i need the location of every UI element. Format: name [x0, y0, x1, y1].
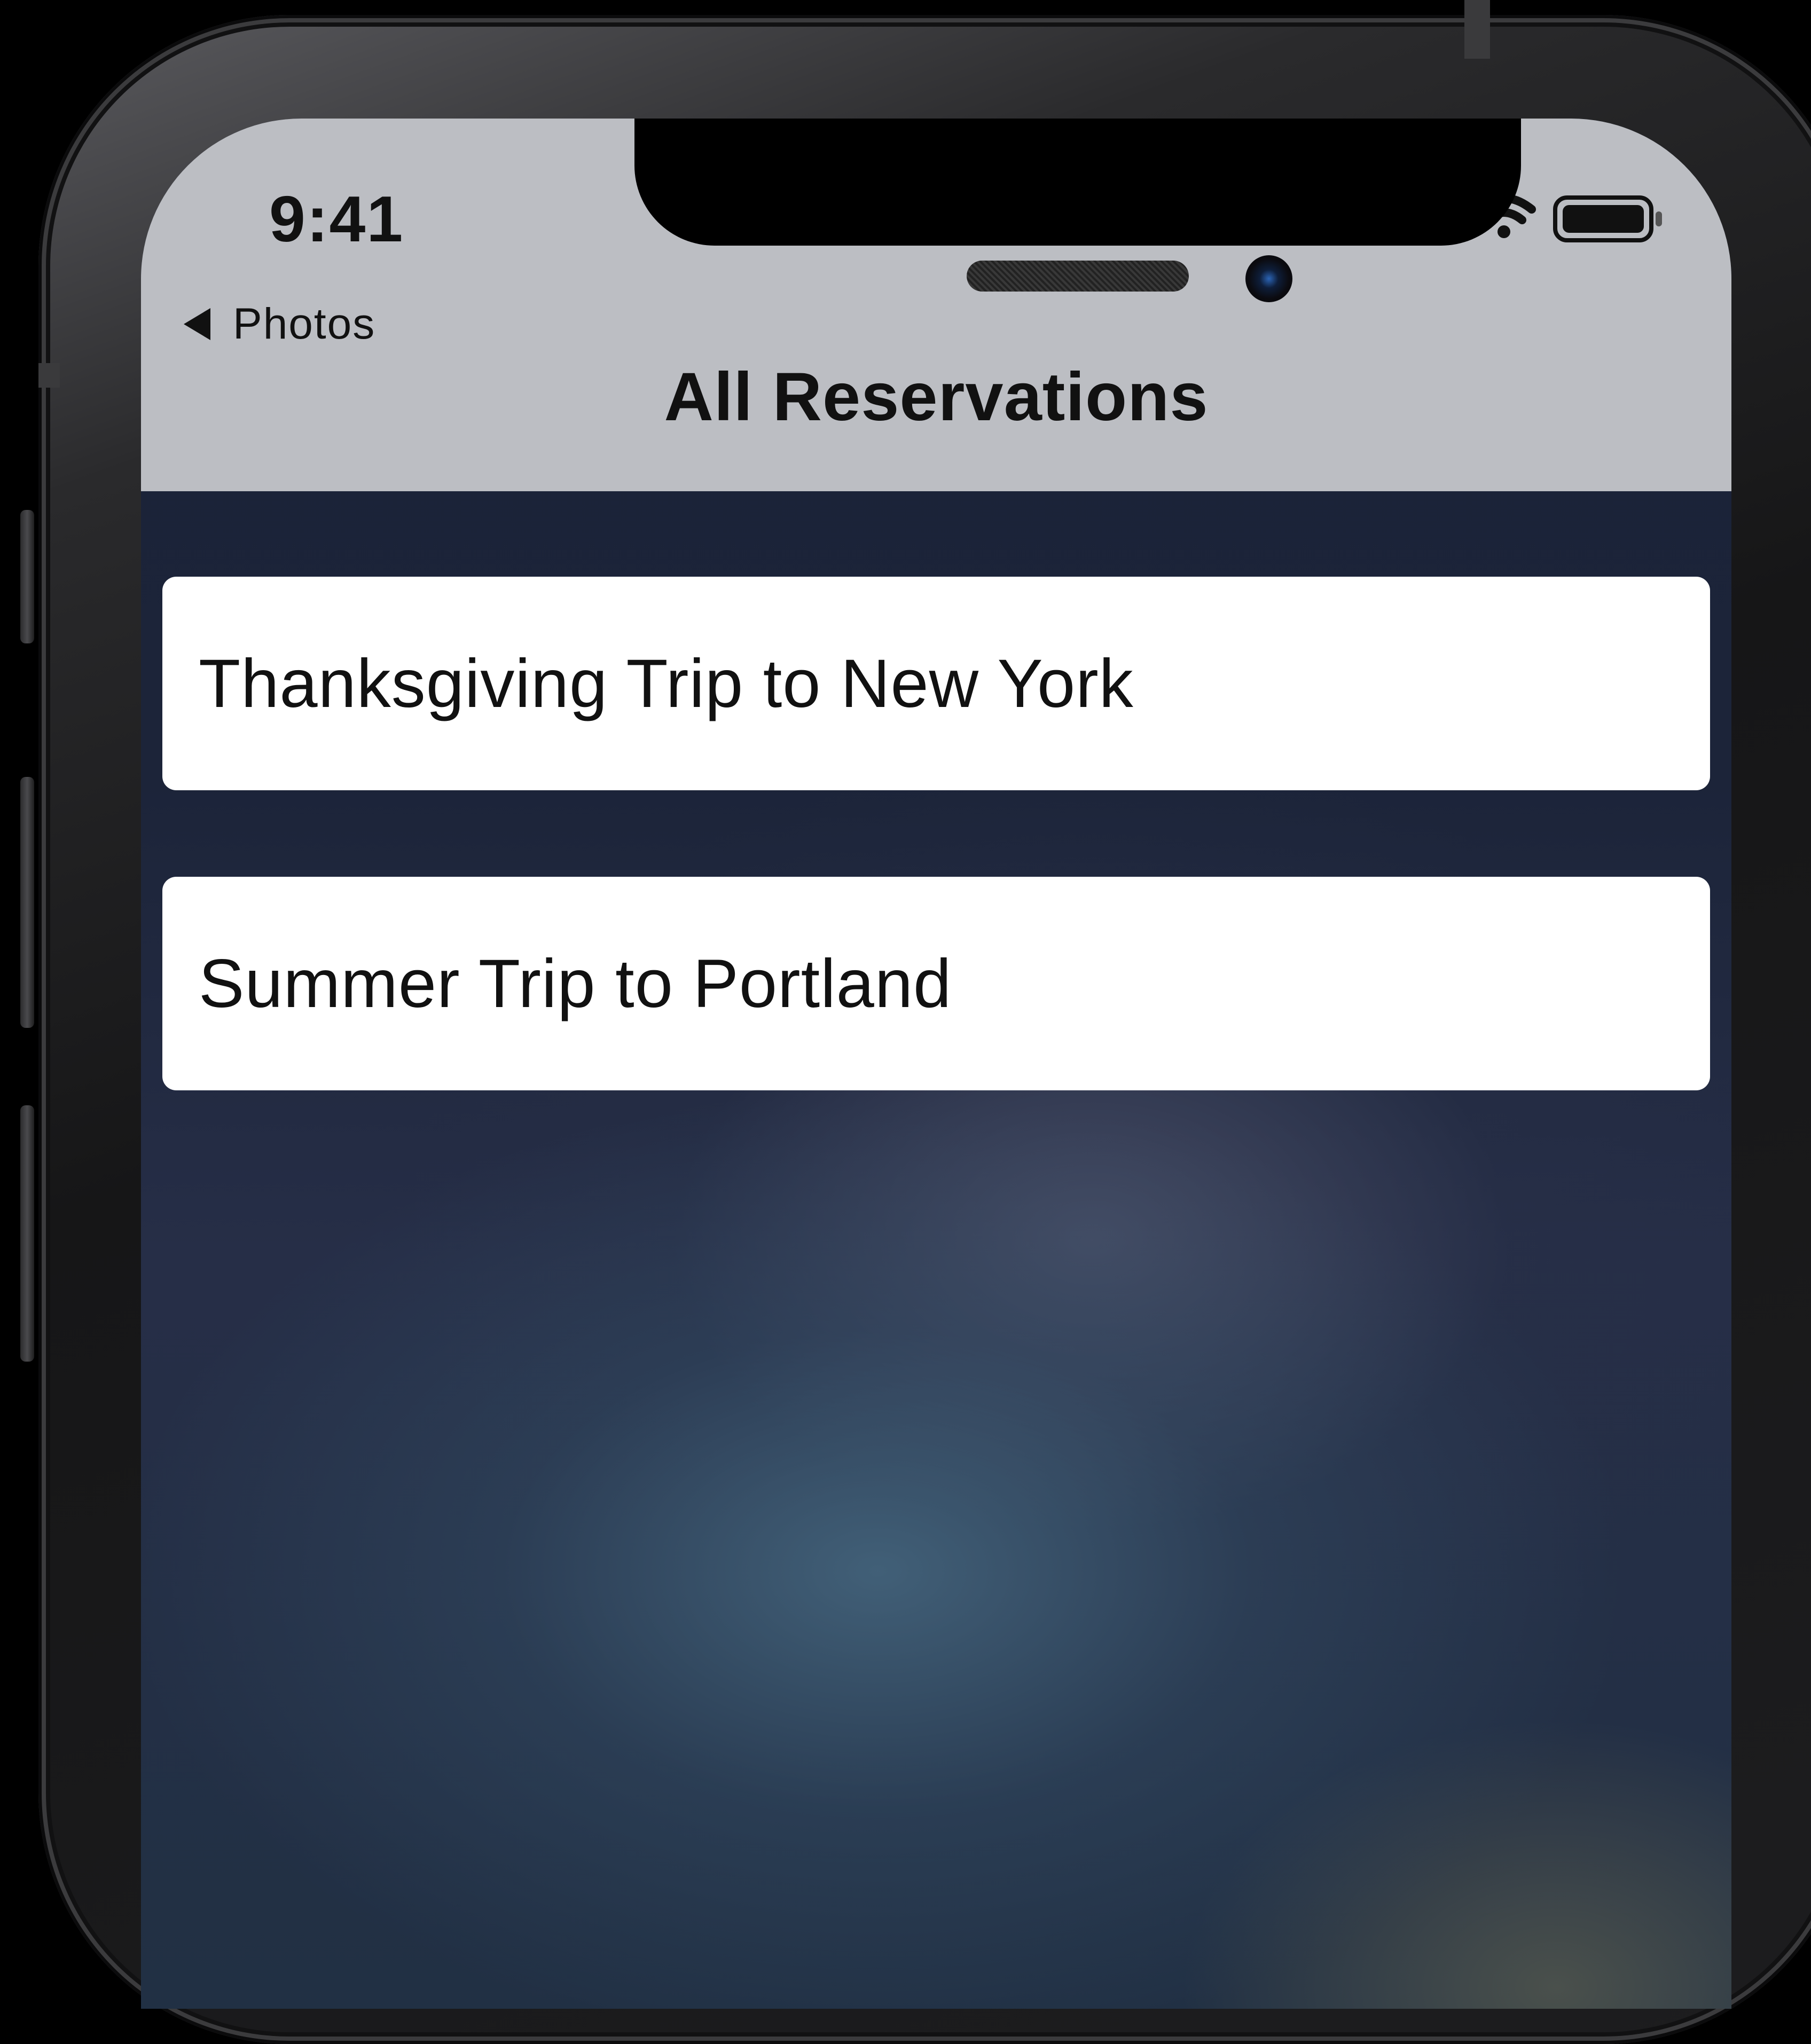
volume-down-button [20, 1105, 34, 1362]
back-button[interactable]: Photos [184, 295, 375, 353]
page-title: All Reservations [664, 359, 1209, 435]
antenna-band [38, 363, 60, 388]
phone-screen: 9:41 Photos All Reservations Thanksgivin… [141, 119, 1731, 2009]
back-button-label: Photos [233, 300, 376, 348]
reservation-cell[interactable]: Thanksgiving Trip to New York [162, 577, 1710, 790]
battery-icon [1553, 195, 1662, 242]
reservation-cell[interactable]: Summer Trip to Portland [162, 877, 1710, 1090]
display-notch [634, 119, 1521, 246]
volume-up-button [20, 777, 34, 1028]
reservation-title: Summer Trip to Portland [199, 945, 952, 1022]
status-bar-time: 9:41 [269, 183, 404, 255]
antenna-band [1464, 0, 1490, 59]
front-camera [1245, 255, 1292, 302]
reservation-list: Thanksgiving Trip to New York Summer Tri… [162, 577, 1710, 1177]
reservation-title: Thanksgiving Trip to New York [199, 645, 1134, 722]
back-arrow-icon [184, 308, 210, 340]
mute-switch [20, 510, 34, 643]
earpiece-speaker [967, 261, 1189, 292]
